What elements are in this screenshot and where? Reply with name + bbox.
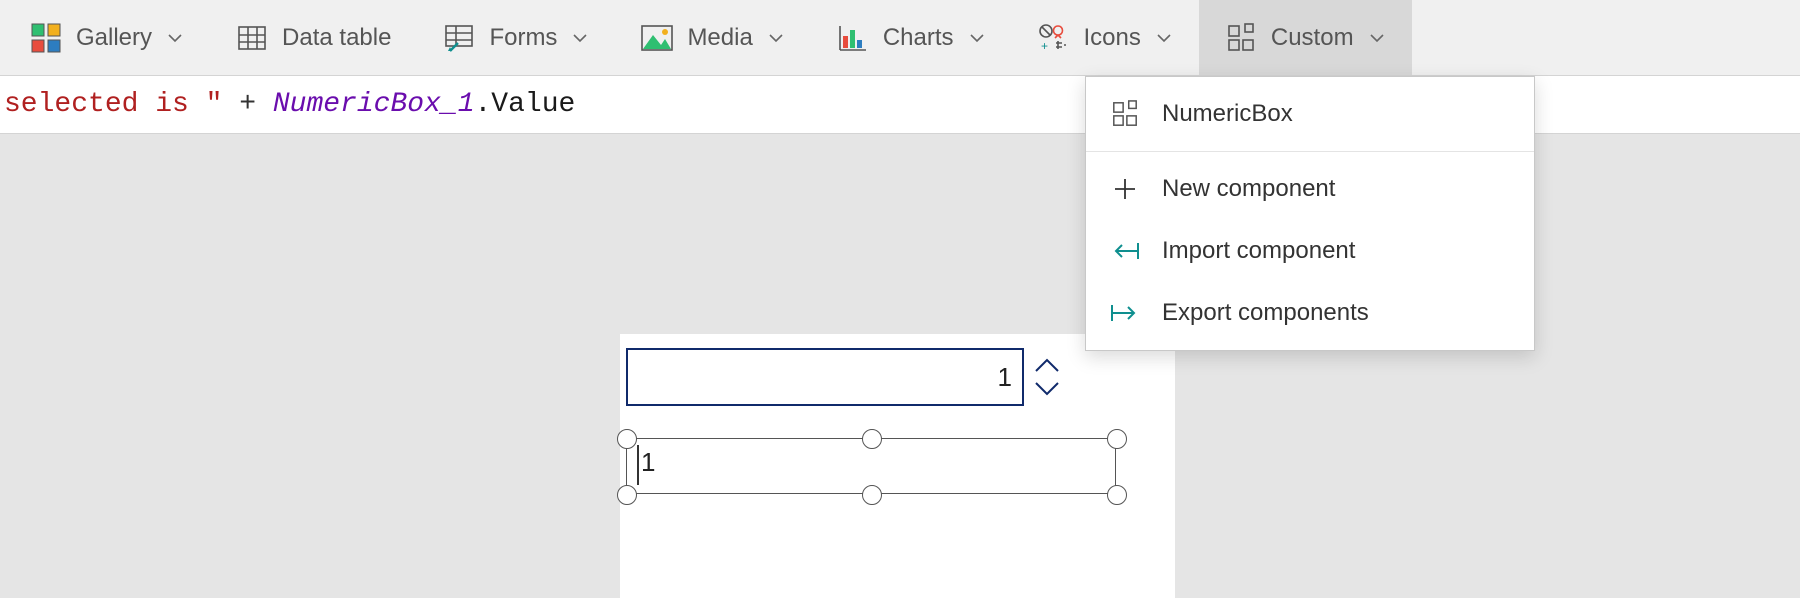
forms-icon	[443, 22, 475, 54]
ribbon-forms-label: Forms	[489, 24, 557, 52]
chevron-down-icon	[767, 29, 785, 47]
export-icon	[1110, 298, 1140, 328]
icons-icon: +	[1038, 22, 1070, 54]
ribbon-gallery-label: Gallery	[76, 24, 152, 52]
ribbon-media[interactable]: Media	[615, 0, 810, 75]
plus-icon	[1110, 174, 1140, 204]
ribbon-gallery[interactable]: Gallery	[4, 0, 210, 75]
numeric-input-value: 1	[998, 362, 1012, 393]
formula-operator: +	[222, 89, 272, 120]
ribbon-custom-label: Custom	[1271, 24, 1354, 52]
text-caret	[637, 445, 639, 485]
chevron-down-icon	[1032, 379, 1062, 399]
ribbon-icons[interactable]: + Icons	[1012, 0, 1199, 75]
menu-item-export-components[interactable]: Export components	[1086, 282, 1534, 344]
component-icon	[1110, 99, 1140, 129]
formula-property: .Value	[475, 89, 576, 120]
chevron-down-icon	[166, 29, 184, 47]
media-icon	[641, 22, 673, 54]
ribbon-forms[interactable]: Forms	[417, 0, 615, 75]
menu-item-label: Import component	[1162, 237, 1355, 265]
data-table-icon	[236, 22, 268, 54]
chevron-up-icon	[1032, 355, 1062, 375]
chevron-down-icon	[1155, 29, 1173, 47]
ribbon-datatable-label: Data table	[282, 24, 391, 52]
menu-item-new-component[interactable]: New component	[1086, 158, 1534, 220]
ribbon-datatable[interactable]: Data table	[210, 0, 417, 75]
resize-handle[interactable]	[617, 485, 637, 505]
import-icon	[1110, 236, 1140, 266]
custom-component-icon	[1225, 22, 1257, 54]
chevron-down-icon	[1368, 29, 1386, 47]
resize-handle[interactable]	[617, 429, 637, 449]
ribbon-custom[interactable]: Custom	[1199, 0, 1412, 75]
resize-handle[interactable]	[862, 429, 882, 449]
numeric-stepper[interactable]	[1028, 348, 1066, 406]
ribbon-charts[interactable]: Charts	[811, 0, 1012, 75]
ribbon-icons-label: Icons	[1084, 24, 1141, 52]
insert-ribbon: Gallery Data table	[0, 0, 1800, 76]
resize-handle[interactable]	[1107, 485, 1127, 505]
ribbon-media-label: Media	[687, 24, 752, 52]
formula-identifier: NumericBox_1	[273, 89, 475, 120]
charts-icon	[837, 22, 869, 54]
menu-item-numericbox[interactable]: NumericBox	[1086, 83, 1534, 145]
chevron-down-icon	[968, 29, 986, 47]
component-surface: 1 1	[620, 334, 1175, 598]
menu-item-label: NumericBox	[1162, 100, 1293, 128]
ribbon-charts-label: Charts	[883, 24, 954, 52]
svg-text:+: +	[1041, 39, 1048, 53]
custom-dropdown: NumericBox New component Import componen…	[1085, 76, 1535, 351]
menu-item-label: New component	[1162, 175, 1335, 203]
gallery-icon	[30, 22, 62, 54]
formula-string-literal: selected is "	[4, 89, 222, 120]
chevron-down-icon	[571, 29, 589, 47]
resize-handle[interactable]	[1107, 429, 1127, 449]
resize-handle[interactable]	[862, 485, 882, 505]
menu-item-label: Export components	[1162, 299, 1369, 327]
menu-item-import-component[interactable]: Import component	[1086, 220, 1534, 282]
selected-label-control[interactable]: 1	[626, 438, 1116, 494]
selected-label-text: 1	[641, 447, 655, 478]
numeric-input[interactable]: 1	[626, 348, 1024, 406]
